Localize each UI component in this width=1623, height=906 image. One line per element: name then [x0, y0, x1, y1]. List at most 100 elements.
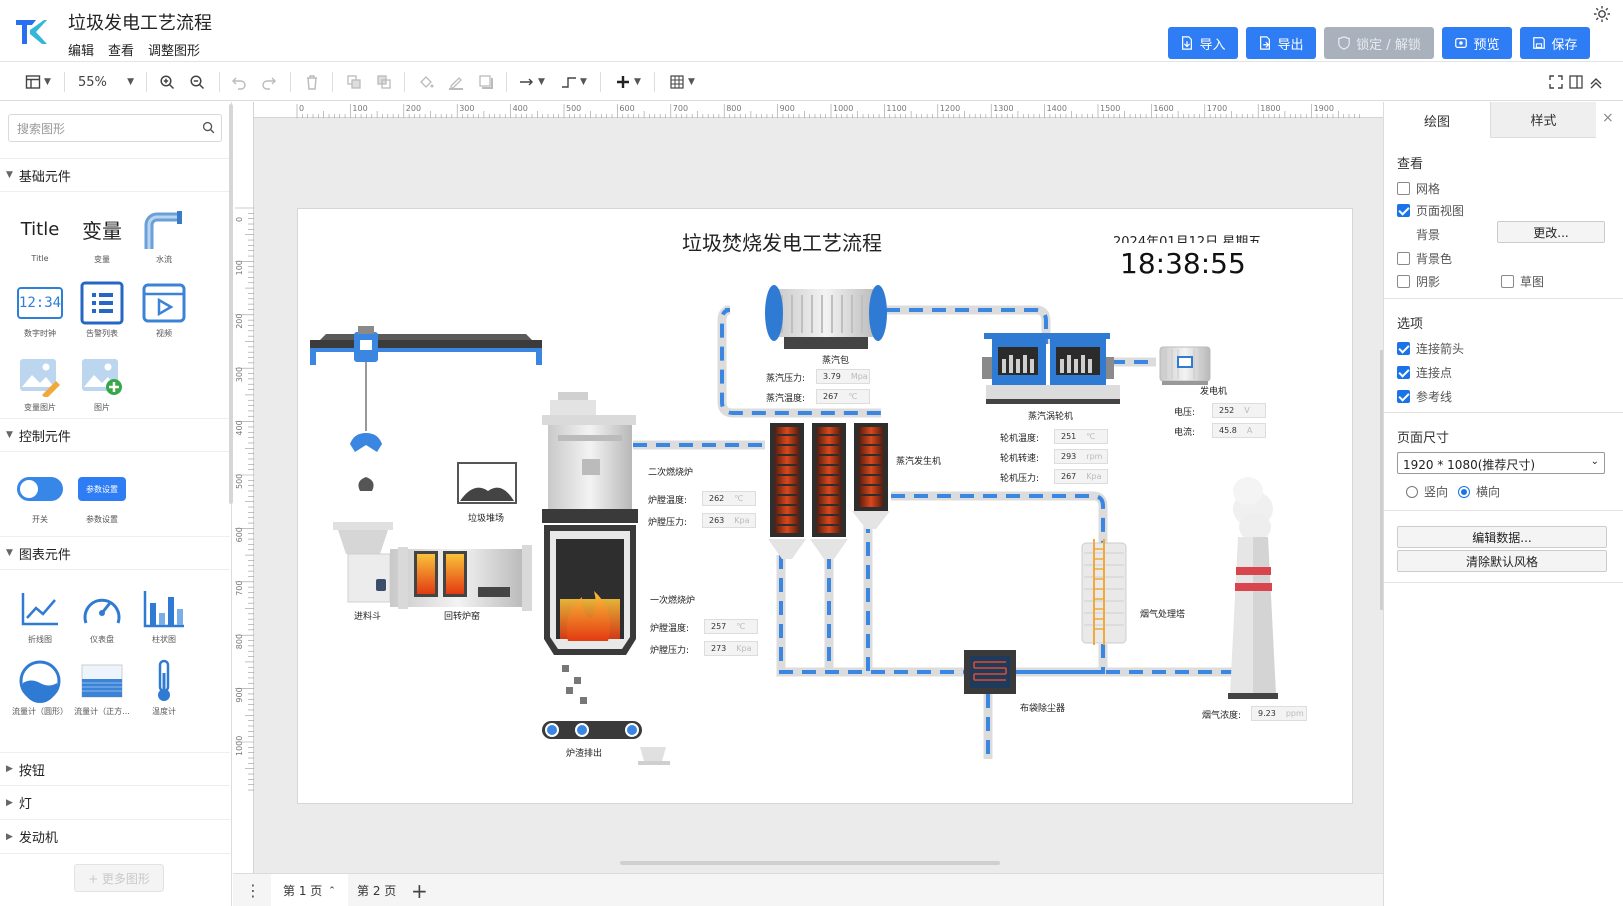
- zoom-select[interactable]: 55% ▼: [78, 72, 134, 92]
- to-back-button[interactable]: [374, 72, 394, 92]
- connection-style-button[interactable]: ▼: [516, 72, 548, 92]
- menu-view[interactable]: 查看: [108, 40, 134, 59]
- table-button[interactable]: ▼: [666, 72, 698, 92]
- import-button[interactable]: 导入: [1168, 27, 1238, 59]
- shape-param-settings[interactable]: 参数设置 参数设置: [72, 466, 132, 525]
- shape-line-chart[interactable]: 折线图: [10, 586, 70, 645]
- bring-front-icon: [347, 75, 361, 89]
- shape-image[interactable]: 图片: [72, 354, 132, 413]
- shape-switch[interactable]: 开关: [10, 466, 70, 525]
- bg-color-checkbox[interactable]: 背景色: [1397, 250, 1452, 267]
- redo-button[interactable]: [259, 72, 279, 92]
- insert-button[interactable]: ▼: [612, 72, 644, 92]
- close-icon[interactable]: ×: [1602, 110, 1614, 126]
- shape-variable[interactable]: 变量 变量: [72, 206, 132, 265]
- label-turbine-speed: 轮机转速:: [1000, 454, 1040, 464]
- page-view-checkbox[interactable]: 页面视图: [1397, 202, 1464, 219]
- preview-button[interactable]: 预览: [1442, 27, 1512, 59]
- flow-meter-square-icon: [81, 664, 123, 698]
- menu-arrange[interactable]: 调整图形: [148, 40, 200, 59]
- section-button[interactable]: ▶ 按钮: [0, 752, 230, 786]
- change-background-button[interactable]: 更改...: [1497, 221, 1605, 243]
- to-front-button[interactable]: [344, 72, 364, 92]
- tab-style[interactable]: 样式: [1490, 102, 1596, 138]
- shape-gauge[interactable]: 仪表盘: [72, 586, 132, 645]
- save-button[interactable]: 保存: [1520, 27, 1590, 59]
- label-drum-temp: 蒸汽温度:: [766, 394, 806, 404]
- grid-checkbox[interactable]: 网格: [1397, 180, 1440, 197]
- guides-checkbox[interactable]: 参考线: [1397, 388, 1452, 405]
- document-title[interactable]: 垃圾发电工艺流程: [68, 9, 212, 35]
- value-current: 45.8 A: [1212, 423, 1266, 438]
- ruler-h-label: 300: [459, 104, 474, 113]
- horizontal-scrollbar[interactable]: [620, 861, 1000, 865]
- page-menu-icon[interactable]: ⋮: [233, 874, 261, 906]
- ruler-h-label: 700: [673, 104, 688, 113]
- thermometer-icon: [158, 659, 170, 701]
- shape-thermometer[interactable]: 温度计: [134, 658, 194, 717]
- clear-default-style-button[interactable]: 清除默认风格: [1397, 550, 1607, 572]
- portrait-radio[interactable]: 竖向: [1406, 483, 1448, 500]
- zoom-out-button[interactable]: [187, 72, 207, 92]
- section-control[interactable]: ▼ 控制元件: [0, 418, 230, 452]
- bar-chart-icon: [143, 591, 184, 628]
- shape-alarm-list[interactable]: 告警列表: [72, 280, 132, 339]
- section-light[interactable]: ▶ 灯: [0, 786, 230, 820]
- format-panel-button[interactable]: [1568, 72, 1584, 92]
- layout-toggle-button[interactable]: ▼: [22, 72, 54, 92]
- page-size-select[interactable]: 1920 * 1080(推荐尺寸) ⌄: [1397, 452, 1605, 474]
- more-shapes-button[interactable]: + 更多图形: [74, 864, 164, 892]
- shape-water[interactable]: 水流: [134, 206, 194, 265]
- shadow-button[interactable]: [476, 72, 496, 92]
- sketch-checkbox[interactable]: 草图: [1501, 273, 1544, 290]
- trash-icon: [307, 75, 317, 90]
- shape-title[interactable]: Title Title: [10, 206, 70, 264]
- landscape-radio[interactable]: 横向: [1458, 483, 1500, 500]
- generator: [1159, 346, 1211, 385]
- connection-arrows-checkbox[interactable]: 连接箭头: [1397, 340, 1464, 357]
- edit-data-button[interactable]: 编辑数据...: [1397, 526, 1607, 548]
- theme-toggle-icon[interactable]: [1594, 6, 1610, 22]
- ruler-h-label: 1900: [1314, 104, 1334, 113]
- menu-edit[interactable]: 编辑: [68, 40, 94, 59]
- ruler-h-label: 100: [352, 104, 367, 113]
- canvas-vertical-scrollbar[interactable]: [1380, 350, 1383, 610]
- collapse-button[interactable]: [1588, 72, 1604, 92]
- lock-button[interactable]: 锁定 / 解锁: [1324, 27, 1434, 59]
- page-tab-1[interactable]: 第 1 页 ⌃: [271, 874, 348, 906]
- ruler-h-label: 1100: [886, 104, 906, 113]
- section-basic[interactable]: ▼ 基础元件: [0, 158, 230, 192]
- label-pri-temp: 炉膛温度:: [650, 624, 690, 634]
- diagram-page[interactable]: 垃圾焚烧发电工艺流程 2024年01月12日 星期五 18:38:55 蒸汽包 …: [297, 208, 1353, 804]
- search-input[interactable]: 搜索图形: [8, 114, 222, 142]
- fullscreen-button[interactable]: [1548, 72, 1564, 92]
- label-bag-filter: 布袋除尘器: [1020, 704, 1066, 714]
- export-button[interactable]: 导出: [1246, 27, 1316, 59]
- fill-color-button[interactable]: [416, 72, 436, 92]
- label-smoke: 烟气浓度:: [1202, 711, 1242, 721]
- waypoint-button[interactable]: ▼: [558, 72, 590, 92]
- zoom-in-button[interactable]: [157, 72, 177, 92]
- shadow-checkbox[interactable]: 阴影: [1397, 273, 1440, 290]
- shape-flow-round[interactable]: 流量计（圆形）: [10, 658, 70, 717]
- shape-bar-chart[interactable]: 柱状图: [134, 586, 194, 645]
- delete-button[interactable]: [302, 72, 322, 92]
- section-motor[interactable]: ▶ 发动机: [0, 820, 230, 854]
- add-page-icon[interactable]: +: [399, 874, 440, 906]
- shape-variable-image[interactable]: 变量图片: [10, 354, 70, 413]
- steam-turbine: [982, 333, 1120, 404]
- value-turbine-temp: 251 ℃: [1054, 429, 1108, 444]
- search-icon[interactable]: [202, 121, 215, 134]
- undo-button[interactable]: [229, 72, 249, 92]
- section-chart[interactable]: ▼ 图表元件: [0, 536, 230, 570]
- line-color-button[interactable]: [446, 72, 466, 92]
- fullscreen-icon: [1549, 75, 1563, 89]
- shape-digital-clock[interactable]: 12:34 数字时钟: [10, 280, 70, 339]
- connection-points-checkbox[interactable]: 连接点: [1397, 364, 1452, 381]
- paint-bucket-icon: [420, 76, 434, 88]
- shape-flow-square[interactable]: 流量计（正方...: [72, 658, 132, 717]
- background-label: 背景: [1416, 228, 1441, 242]
- tab-draw[interactable]: 绘图: [1384, 102, 1490, 138]
- shape-library-panel: 搜索图形 ▼ 基础元件 Title Title 变量 变量 水流 12:34 数字时钟 …: [0, 102, 232, 906]
- shape-video[interactable]: 视频: [134, 280, 194, 339]
